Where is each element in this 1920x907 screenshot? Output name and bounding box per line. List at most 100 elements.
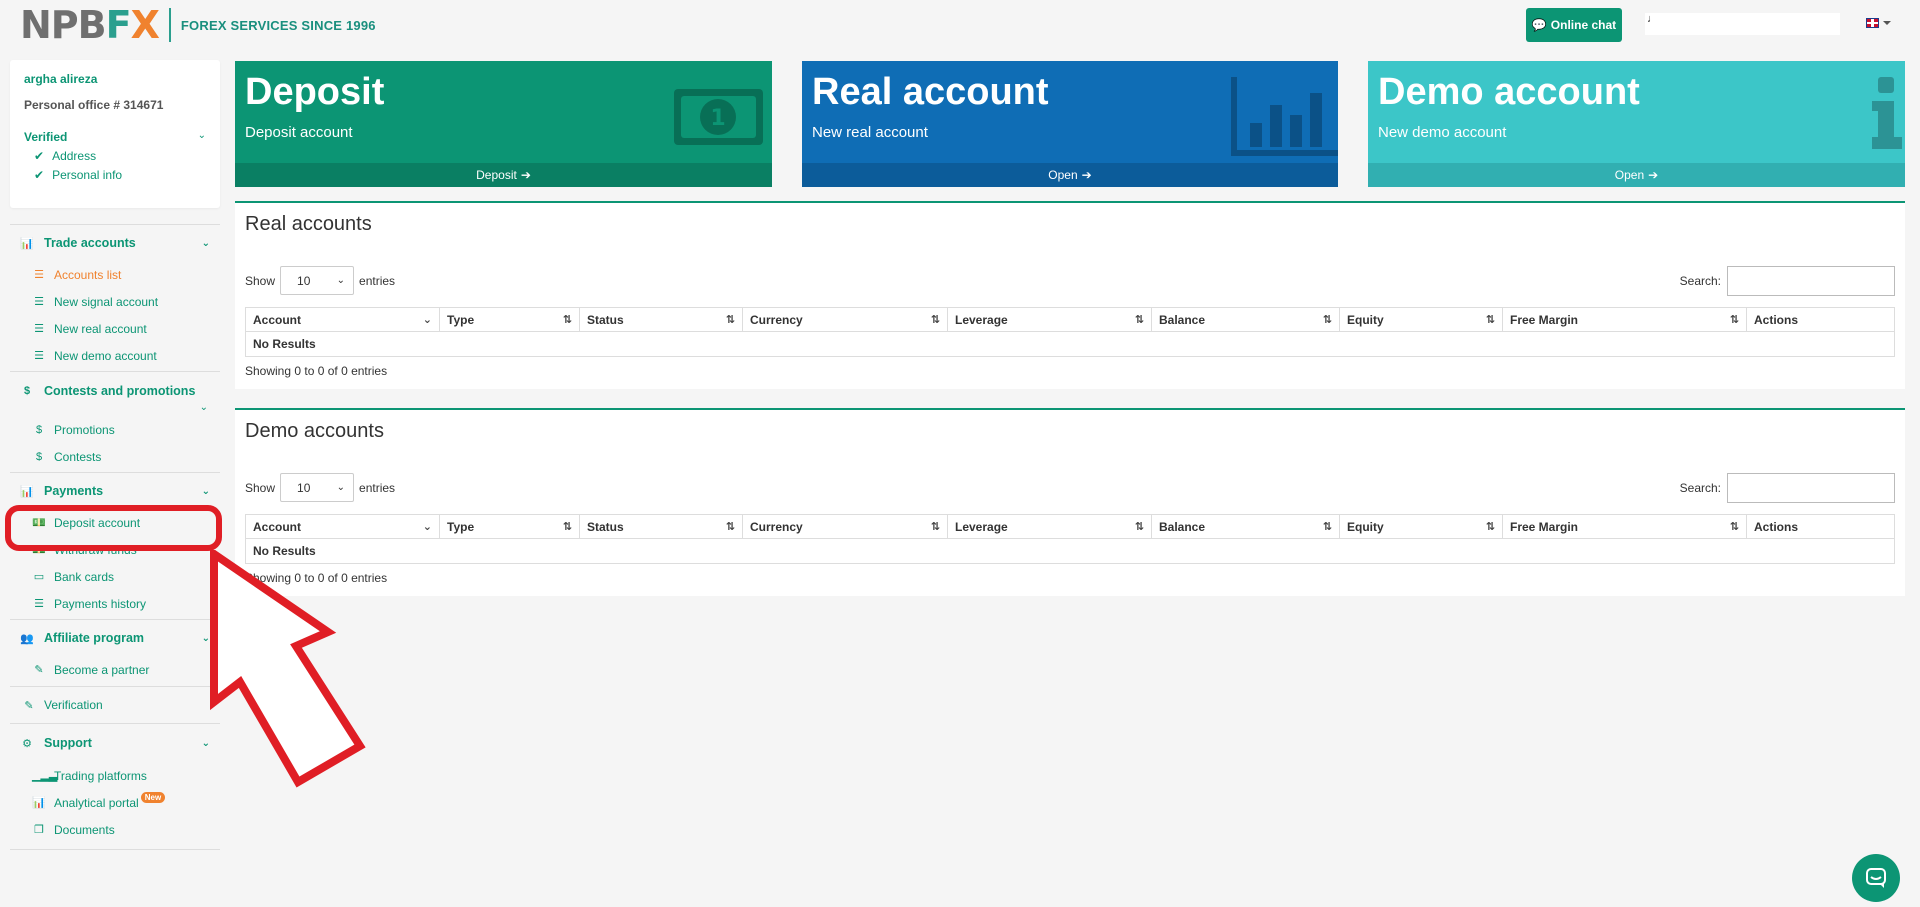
language-selector[interactable] <box>1866 18 1891 28</box>
column-account[interactable]: Account ⌄ <box>246 515 440 538</box>
deposit-card-footer[interactable]: Deposit ➔ <box>235 163 772 187</box>
sidebar-item-label: New signal account <box>54 294 159 309</box>
column-free-margin[interactable]: Free Margin ⇅ <box>1503 308 1747 331</box>
nav-head-label: Payments <box>44 484 104 498</box>
sort-icon: ⇅ <box>1729 521 1739 533</box>
sort-icon: ⇅ <box>1729 314 1739 326</box>
nav-head-support[interactable]: ⚙ Support ⌄ <box>20 724 210 762</box>
search-input[interactable] <box>1727 473 1895 503</box>
column-equity[interactable]: Equity ⇅ <box>1340 515 1503 538</box>
list-icon: ☰ <box>34 296 44 308</box>
nav-head-label: Affiliate program <box>44 631 145 645</box>
chevron-down-icon: ⌄ <box>201 237 210 249</box>
page-size-select[interactable]: 10 ⌄ <box>280 473 355 502</box>
column-balance[interactable]: Balance ⇅ <box>1152 515 1340 538</box>
arrow-circle-right-icon: ➔ <box>1648 168 1659 182</box>
chat-icon: 💬 <box>1531 18 1547 32</box>
real-account-card-footer[interactable]: Open ➔ <box>802 163 1338 187</box>
sidebar-item-analytical-portal[interactable]: 📊 Analytical portal New <box>20 789 210 816</box>
bar-chart-icon <box>1231 77 1338 156</box>
sidebar-item-contests[interactable]: $ Contests <box>20 443 210 470</box>
sort-icon: ⇅ <box>1322 314 1332 326</box>
page-size-select[interactable]: 10 ⌄ <box>280 266 355 295</box>
header-user-field[interactable]: ♩ <box>1645 13 1840 35</box>
column-label: Account <box>253 519 301 534</box>
column-actions: Actions <box>1747 308 1894 331</box>
real-account-card[interactable]: Real account New real account Open ➔ <box>802 61 1338 187</box>
column-currency[interactable]: Currency ⇅ <box>743 308 948 331</box>
search-input[interactable] <box>1727 266 1895 296</box>
column-status[interactable]: Status ⇅ <box>580 308 743 331</box>
sidebar-item-payments-history[interactable]: ☰ Payments history <box>20 590 210 617</box>
real-accounts-panel: Real accounts Show 10 ⌄ entries Search: A… <box>235 201 1905 389</box>
online-chat-label: Online chat <box>1550 18 1617 32</box>
nav-head-label: Contests and promotions <box>44 384 196 398</box>
sidebar-item-accounts-list[interactable]: ☰ Accounts list <box>20 261 210 288</box>
support-chat-bubble[interactable] <box>1852 854 1900 902</box>
demo-account-card-footer[interactable]: Open ➔ <box>1368 163 1905 187</box>
card-title: Real account <box>812 71 1049 113</box>
column-balance[interactable]: Balance ⇅ <box>1152 308 1340 331</box>
demo-account-card[interactable]: Demo account New demo account Open ➔ <box>1368 61 1905 187</box>
check-personal-info: ✔ Personal info <box>24 168 206 182</box>
logo[interactable]: NPB F X FOREX SERVICES SINCE 1996 <box>20 3 376 47</box>
sidebar-item-label: Bank cards <box>54 569 115 584</box>
sidebar-item-label: Trading platforms <box>54 768 147 783</box>
column-currency[interactable]: Currency ⇅ <box>743 515 948 538</box>
chevron-down-icon <box>1883 21 1891 25</box>
sort-icon: ⇅ <box>562 314 572 326</box>
demo-accounts-panel: Demo accounts Show 10 ⌄ entries Search: A… <box>235 408 1905 596</box>
sidebar-item-trading-platforms[interactable]: ▁▂▃ Trading platforms <box>20 762 210 789</box>
deposit-card[interactable]: 1 Deposit Deposit account Deposit ➔ <box>235 61 772 187</box>
online-chat-button[interactable]: 💬 Online chat <box>1526 8 1622 42</box>
logo-f: F <box>105 3 132 47</box>
sidebar-item-new-demo-account[interactable]: ☰ New demo account <box>20 342 210 369</box>
column-type[interactable]: Type ⇅ <box>440 515 580 538</box>
verified-toggle[interactable]: Verified ⌄ <box>24 130 206 144</box>
search-label: Search: <box>1679 274 1721 288</box>
chevron-down-icon: ⌄ <box>422 521 432 533</box>
chevron-down-icon: ⌄ <box>197 130 206 141</box>
column-label: Currency <box>750 312 803 327</box>
sidebar-item-new-signal-account[interactable]: ☰ New signal account <box>20 288 210 315</box>
nav-head-affiliate[interactable]: 👥 Affiliate program ⌄ <box>20 620 210 656</box>
column-label: Actions <box>1754 312 1799 327</box>
nav-head-payments[interactable]: 📊 Payments ⌄ <box>20 473 210 509</box>
sidebar-item-documents[interactable]: ❐ Documents <box>20 816 210 843</box>
sort-icon: ⇅ <box>1485 521 1495 533</box>
sidebar-item-label: New demo account <box>54 348 157 363</box>
nav-head-label: Support <box>44 736 92 750</box>
column-actions: Actions <box>1747 515 1894 538</box>
sidebar-item-promotions[interactable]: $ Promotions <box>20 416 210 443</box>
sidebar-item-new-real-account[interactable]: ☰ New real account <box>20 315 210 342</box>
bar-chart-icon: 📊 <box>20 485 34 498</box>
page-size-value: 10 <box>297 480 311 495</box>
logo-x: X <box>130 3 160 47</box>
column-status[interactable]: Status ⇅ <box>580 515 743 538</box>
chevron-down-icon: ⌄ <box>201 485 210 497</box>
nav-verification: ✎ Verification <box>10 686 220 723</box>
column-type[interactable]: Type ⇅ <box>440 308 580 331</box>
nav-head-trade-accounts[interactable]: 📊 Trade accounts ⌄ <box>20 225 210 261</box>
column-equity[interactable]: Equity ⇅ <box>1340 308 1503 331</box>
sidebar-item-verification[interactable]: ✎ Verification <box>20 687 210 723</box>
column-account[interactable]: Account ⌄ <box>246 308 440 331</box>
profile-name[interactable]: argha alireza <box>24 72 206 86</box>
show-label: Show <box>245 273 276 288</box>
column-leverage[interactable]: Leverage ⇅ <box>948 515 1152 538</box>
new-badge: New <box>140 792 166 803</box>
chevron-down-icon: ⌄ <box>336 275 346 286</box>
nav-head-contests[interactable]: $ Contests and promotions <box>20 380 210 402</box>
column-label: Equity <box>1347 519 1384 534</box>
sidebar-item-label: Accounts list <box>54 267 122 282</box>
demo-accounts-table: Account ⌄ Type ⇅ Status ⇅ Currency ⇅ Leverag… <box>245 514 1895 564</box>
gears-icon: ⚙ <box>22 737 32 750</box>
column-free-margin[interactable]: Free Margin ⇅ <box>1503 515 1747 538</box>
list-icon: ☰ <box>34 598 44 610</box>
sidebar: argha alireza Personal office # 314671 V… <box>10 60 220 850</box>
column-leverage[interactable]: Leverage ⇅ <box>948 308 1152 331</box>
column-label: Free Margin <box>1510 519 1579 534</box>
sidebar-item-become-partner[interactable]: ✎ Become a partner <box>20 656 210 683</box>
sidebar-item-bank-cards[interactable]: ▭ Bank cards <box>20 563 210 590</box>
header: NPB F X FOREX SERVICES SINCE 1996 💬 Onli… <box>0 0 1920 50</box>
